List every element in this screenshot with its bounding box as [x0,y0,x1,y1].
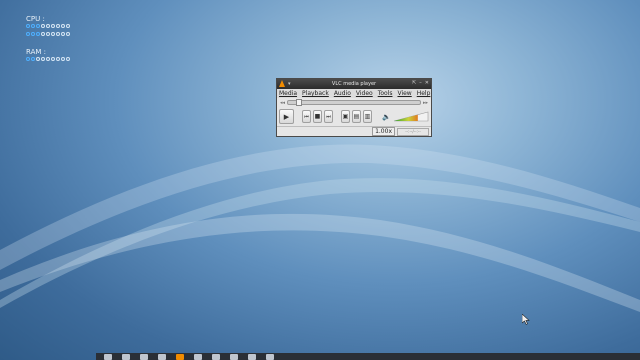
playlist-icon: ▥ [364,113,371,120]
next-button[interactable]: ⏭ [324,110,333,123]
ram-meter-dot [61,57,65,61]
editor-icon[interactable] [194,353,202,360]
seek-handle[interactable] [296,99,303,106]
window-title: VLC media player [331,81,377,87]
ram-meter-dot [31,57,35,61]
menu-help[interactable]: Help [417,90,431,97]
menu-view[interactable]: View [397,90,411,97]
cpu-meter-dot [26,24,30,28]
desktop-wallpaper [0,144,640,312]
seek-slider[interactable] [287,99,421,106]
cpu-meter-dot [51,32,55,36]
volume-slider[interactable] [393,111,429,122]
minimize-icon[interactable]: – [419,80,422,86]
network-icon[interactable] [230,353,238,360]
cpu-label: CPU : [26,15,45,23]
clock-icon[interactable] [266,353,274,360]
extended-settings-icon: ▤ [353,113,360,120]
vlc-icon[interactable] [176,353,184,360]
previous-button[interactable]: ⏮ [302,110,311,123]
play-button[interactable]: ▶ [279,109,294,124]
ram-meter-dot [46,57,50,61]
next-icon: ⏭ [326,113,331,120]
cpu-meter-dot [61,32,65,36]
vlc-titlebar[interactable]: ▾ VLC media player ⇱ – ✕ [277,79,431,89]
menu-icon[interactable] [104,353,112,360]
ram-label: RAM : [26,48,46,56]
cpu-meter-dot [31,24,35,28]
menu-video[interactable]: Video [356,90,373,97]
cpu-meter-dot [56,24,60,28]
ram-meter-dot [56,57,60,61]
vlc-menubar: Media Playback Audio Video Tools View He… [277,89,431,98]
cpu-meter-dot [61,24,65,28]
vlc-statusbar: 1.00x --:--/--:-- [277,126,431,136]
cpu-meter-row [26,32,70,39]
playlist-button[interactable]: ▥ [363,110,372,123]
cpu-meter-dot [66,24,70,28]
cpu-meter-dot [51,24,55,28]
ram-meter [26,57,70,64]
cpu-meter-dot [36,24,40,28]
ram-meter-dot [26,57,30,61]
vlc-window[interactable]: ▾ VLC media player ⇱ – ✕ Media Playback … [276,78,432,137]
stop-button[interactable]: ■ [313,110,322,123]
cpu-meter-dot [41,32,45,36]
fullscreen-button[interactable]: ▣ [341,110,350,123]
time-remaining-icon: ▸▸ [422,99,428,106]
ram-meter-row [26,57,70,64]
taskbar [96,353,640,360]
time-elapsed-icon: ◂◂ [280,99,286,106]
volume-icon[interactable] [248,353,256,360]
system-monitor-widget: CPU : RAM : [26,15,70,65]
menu-media[interactable]: Media [279,90,297,97]
cpu-meter-dot [56,32,60,36]
cpu-meter-dot [36,32,40,36]
ram-meter-dot [36,57,40,61]
files-icon[interactable] [122,353,130,360]
play-icon: ▶ [283,112,290,121]
fullscreen-icon: ▣ [342,113,349,120]
menu-audio[interactable]: Audio [334,90,351,97]
cpu-meter-dot [46,24,50,28]
ram-meter-dot [41,57,45,61]
ram-meter-dot [66,57,70,61]
speaker-icon[interactable]: 🔈 [382,113,391,121]
ram-meter-dot [51,57,55,61]
time-display: --:--/--:-- [397,127,429,136]
cpu-meter-dot [46,32,50,36]
terminal-icon[interactable] [140,353,148,360]
cpu-meter-row [26,24,70,31]
stop-icon: ■ [314,113,321,120]
window-menu-icon[interactable]: ▾ [288,81,291,87]
menu-tools[interactable]: Tools [378,90,393,97]
cpu-meter [26,24,70,39]
mouse-cursor-icon [522,314,530,325]
seek-row: ◂◂ ▸▸ [277,98,431,107]
playback-speed[interactable]: 1.00x [372,127,395,136]
cpu-meter-dot [66,32,70,36]
settings-icon[interactable] [212,353,220,360]
browser-icon[interactable] [158,353,166,360]
menu-playback[interactable]: Playback [302,90,329,97]
previous-icon: ⏮ [304,113,309,120]
cpu-meter-dot [31,32,35,36]
playback-controls: ▶ ⏮ ■ ⏭ ▣ ▤ ▥ 🔈 [277,107,431,126]
maximize-icon[interactable]: ⇱ [412,80,416,86]
vlc-cone-icon [279,80,285,87]
extended-settings-button[interactable]: ▤ [352,110,361,123]
cpu-meter-dot [41,24,45,28]
cpu-meter-dot [26,32,30,36]
close-icon[interactable]: ✕ [425,80,429,86]
